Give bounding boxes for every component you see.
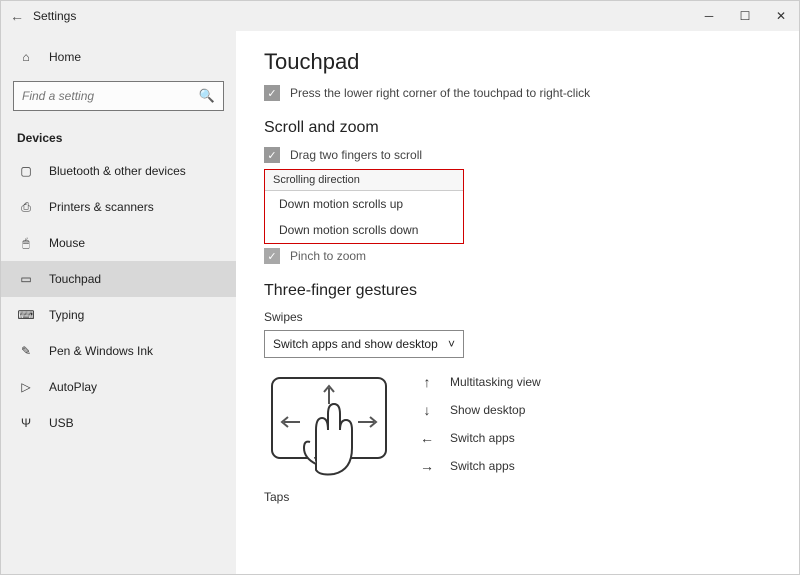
- arrow-down-icon: ↓: [420, 402, 434, 418]
- sidebar-item-mouse[interactable]: 🖱 Mouse: [1, 225, 236, 261]
- gesture-show-desktop: ↓ Show desktop: [420, 402, 541, 418]
- sidebar-item-label: Mouse: [49, 236, 85, 250]
- autoplay-icon: ▷: [17, 380, 35, 394]
- drag-two-fingers-row[interactable]: ✓ Drag two fingers to scroll: [264, 147, 771, 163]
- sidebar-item-label: Printers & scanners: [49, 200, 154, 214]
- search-icon: 🔍: [199, 88, 215, 104]
- checkbox-icon[interactable]: ✓: [264, 248, 280, 264]
- checkbox-icon[interactable]: ✓: [264, 147, 280, 163]
- content-area: ⌂ Home 🔍 Devices ▢ Bluetooth & other dev…: [1, 31, 799, 574]
- swipes-select[interactable]: Switch apps and show desktop ˅: [264, 330, 464, 358]
- swipes-label: Swipes: [264, 310, 771, 324]
- sidebar-item-label: Bluetooth & other devices: [49, 164, 186, 178]
- sidebar-item-printers[interactable]: ⎙ Printers & scanners: [1, 189, 236, 225]
- scroll-option-down[interactable]: Down motion scrolls down: [265, 217, 463, 243]
- gesture-label: Show desktop: [450, 403, 525, 417]
- drag-two-label: Drag two fingers to scroll: [290, 148, 422, 162]
- gesture-label: Switch apps: [450, 431, 515, 445]
- pinch-zoom-row[interactable]: ✓ Pinch to zoom: [264, 248, 771, 264]
- home-icon: ⌂: [17, 50, 35, 64]
- pen-icon: ✎: [17, 344, 35, 358]
- main-panel: Touchpad ✓ Press the lower right corner …: [236, 31, 799, 574]
- settings-window: ← Settings ─ ☐ ✕ ⌂ Home 🔍 Devices ▢ Blue…: [0, 0, 800, 575]
- sidebar-item-usb[interactable]: Ψ USB: [1, 405, 236, 441]
- pinch-label: Pinch to zoom: [290, 249, 366, 263]
- gesture-list: ↑ Multitasking view ↓ Show desktop ← Swi…: [420, 370, 541, 480]
- chevron-down-icon: ˅: [448, 337, 455, 351]
- taps-label: Taps: [264, 490, 771, 504]
- gesture-multitasking: ↑ Multitasking view: [420, 374, 541, 390]
- search-box[interactable]: 🔍: [13, 81, 224, 111]
- sidebar-item-label: Touchpad: [49, 272, 101, 286]
- window-title: Settings: [33, 9, 76, 23]
- bluetooth-icon: ▢: [17, 164, 35, 178]
- right-click-corner-row[interactable]: ✓ Press the lower right corner of the to…: [264, 85, 771, 101]
- touchpad-icon: ▭: [17, 272, 35, 286]
- minimize-button[interactable]: ─: [691, 1, 727, 31]
- keyboard-icon: ⌨: [17, 308, 35, 322]
- scroll-zoom-header: Scroll and zoom: [264, 119, 771, 137]
- scrolling-direction-dropdown-open: Scrolling direction Down motion scrolls …: [264, 169, 464, 244]
- right-click-label: Press the lower right corner of the touc…: [290, 86, 590, 100]
- sidebar-item-label: USB: [49, 416, 74, 430]
- mouse-icon: 🖱: [17, 236, 35, 251]
- sidebar-item-autoplay[interactable]: ▷ AutoPlay: [1, 369, 236, 405]
- sidebar: ⌂ Home 🔍 Devices ▢ Bluetooth & other dev…: [1, 31, 236, 574]
- maximize-button[interactable]: ☐: [727, 1, 763, 31]
- gesture-row: ↑ Multitasking view ↓ Show desktop ← Swi…: [264, 370, 771, 480]
- close-button[interactable]: ✕: [763, 1, 799, 31]
- home-nav[interactable]: ⌂ Home: [1, 39, 236, 75]
- three-finger-header: Three-finger gestures: [264, 282, 771, 300]
- checkbox-icon[interactable]: ✓: [264, 85, 280, 101]
- sidebar-item-bluetooth[interactable]: ▢ Bluetooth & other devices: [1, 153, 236, 189]
- scroll-option-up[interactable]: Down motion scrolls up: [265, 191, 463, 217]
- search-input[interactable]: [22, 89, 199, 103]
- back-button[interactable]: ←: [1, 8, 33, 24]
- page-title: Touchpad: [264, 49, 771, 75]
- sidebar-item-touchpad[interactable]: ▭ Touchpad: [1, 261, 236, 297]
- sidebar-item-label: Typing: [49, 308, 84, 322]
- gesture-label: Multitasking view: [450, 375, 541, 389]
- sidebar-item-label: AutoPlay: [49, 380, 97, 394]
- printer-icon: ⎙: [17, 200, 35, 215]
- arrow-left-icon: ←: [420, 430, 434, 446]
- scrolling-direction-label: Scrolling direction: [265, 170, 463, 191]
- sidebar-group-header: Devices: [1, 125, 236, 153]
- sidebar-item-typing[interactable]: ⌨ Typing: [1, 297, 236, 333]
- arrow-up-icon: ↑: [420, 374, 434, 390]
- home-label: Home: [49, 50, 81, 64]
- gesture-label: Switch apps: [450, 459, 515, 473]
- swipes-value: Switch apps and show desktop: [273, 337, 438, 351]
- gesture-switch-left: ← Switch apps: [420, 430, 541, 446]
- sidebar-item-label: Pen & Windows Ink: [49, 344, 153, 358]
- touchpad-illustration: [264, 370, 394, 480]
- titlebar: ← Settings ─ ☐ ✕: [1, 1, 799, 31]
- gesture-switch-right: → Switch apps: [420, 458, 541, 474]
- usb-icon: Ψ: [17, 416, 35, 430]
- sidebar-item-pen[interactable]: ✎ Pen & Windows Ink: [1, 333, 236, 369]
- arrow-right-icon: →: [420, 458, 434, 474]
